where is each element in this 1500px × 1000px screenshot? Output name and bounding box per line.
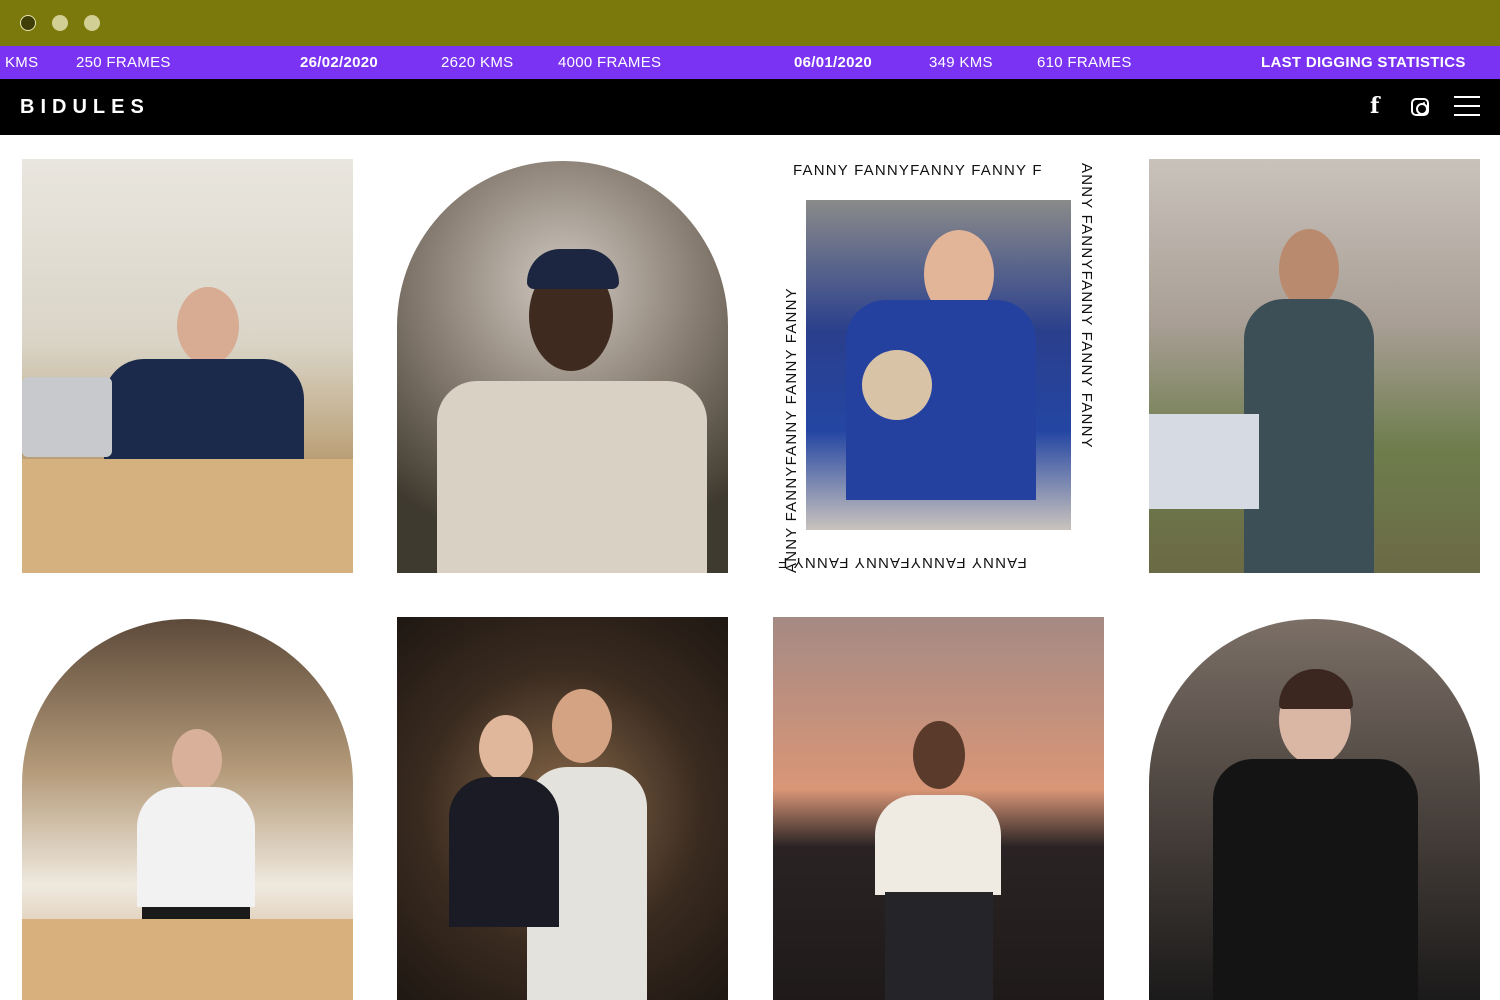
name-border-text: FANNY FANNYFANNY FANNY F — [777, 554, 1027, 571]
ticker-item: 2620 KMS — [441, 54, 514, 71]
minimize-dot[interactable] — [52, 15, 68, 31]
portrait-frame-fanny[interactable]: FANNY FANNYFANNY FANNY F ANNY FANNYFANNY… — [773, 159, 1104, 573]
portrait-photo[interactable] — [22, 619, 353, 1000]
name-border-text: FANNY FANNYFANNY FANNY F — [793, 162, 1043, 179]
name-border-text: ANNY FANNYFANNY FANNY FANNY — [783, 287, 800, 573]
close-dot[interactable] — [20, 15, 36, 31]
portrait-photo[interactable] — [22, 159, 353, 573]
portrait-photo[interactable] — [397, 161, 728, 573]
window-titlebar — [0, 0, 1500, 46]
facebook-icon[interactable]: f — [1370, 93, 1379, 119]
ticker-item: 349 KMS — [929, 54, 993, 71]
portrait-photo[interactable] — [1149, 159, 1480, 573]
name-border-text: ANNY FANNYFANNY FANNY FANNY — [1078, 163, 1095, 449]
menu-icon[interactable] — [1454, 95, 1480, 117]
ticker-item: KMS — [5, 54, 39, 71]
instagram-icon[interactable] — [1411, 98, 1429, 116]
ticker-date: 06/01/2020 — [794, 54, 873, 71]
ticker-heading: LAST DIGGING STATISTICS — [1261, 54, 1466, 71]
ticker-item: 610 FRAMES — [1037, 54, 1132, 71]
portrait-photo[interactable] — [397, 617, 728, 1000]
stats-ticker: KMS 250 FRAMES 26/02/2020 2620 KMS 4000 … — [0, 46, 1500, 79]
ticker-item: 4000 FRAMES — [558, 54, 662, 71]
maximize-dot[interactable] — [84, 15, 100, 31]
portrait-photo[interactable] — [773, 617, 1104, 1000]
portrait-photo[interactable] — [1149, 619, 1480, 1000]
portrait-photo — [806, 200, 1071, 530]
site-header: BIDULES f — [0, 79, 1500, 135]
site-logo[interactable]: BIDULES — [20, 96, 150, 119]
ticker-item: 250 FRAMES — [76, 54, 171, 71]
ticker-date: 26/02/2020 — [300, 54, 379, 71]
